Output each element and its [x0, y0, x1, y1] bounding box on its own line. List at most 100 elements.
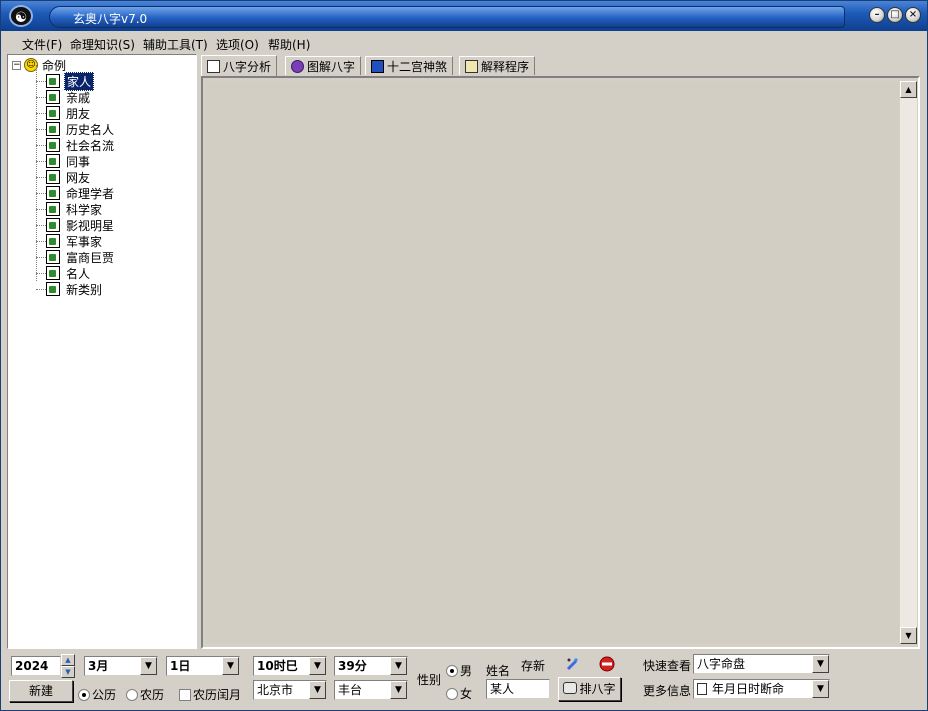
tree-item[interactable]: 命理学者 — [36, 185, 116, 201]
more-info-value: 年月日时断命 — [712, 682, 785, 696]
tree-item[interactable]: 名人 — [36, 265, 92, 281]
wand-icon[interactable] — [565, 656, 581, 672]
tree-root-label: 命例 — [42, 58, 67, 73]
chevron-down-icon[interactable]: ▼ — [390, 681, 407, 699]
contact-card-icon — [46, 154, 60, 168]
menu-fate-knowledge[interactable]: 命理知识(S) — [70, 36, 135, 53]
tree-item[interactable]: 新类别 — [36, 281, 104, 297]
scroll-up-icon[interactable]: ▲ — [900, 81, 917, 98]
scroll-down-icon[interactable]: ▼ — [900, 627, 917, 644]
tab-twelve-palaces[interactable]: 十二宫神煞 — [365, 56, 454, 75]
menu-file[interactable]: 文件(F) — [22, 36, 62, 53]
contact-card-icon — [46, 186, 60, 200]
menu-options[interactable]: 选项(O) — [216, 36, 259, 53]
script-icon — [465, 59, 478, 73]
tree-item-label: 亲戚 — [66, 90, 91, 105]
hour-select[interactable]: 10时巳 ▼ — [253, 656, 327, 676]
collapse-icon[interactable]: − — [12, 60, 21, 70]
tab-interpreter[interactable]: 解释程序 — [459, 56, 536, 75]
chevron-down-icon[interactable]: ▼ — [812, 680, 829, 698]
vertical-scrollbar[interactable]: ▲ ▼ — [900, 81, 917, 644]
window-title: 玄奥八字v7.0 — [73, 12, 148, 26]
contact-card-icon — [46, 218, 60, 232]
chevron-down-icon[interactable]: ▼ — [309, 657, 326, 675]
day-value: 1日 — [170, 659, 191, 673]
city-select[interactable]: 北京市 ▼ — [253, 680, 327, 700]
contact-card-icon — [46, 170, 60, 184]
minute-value: 39分 — [338, 659, 367, 673]
magic-icon — [291, 59, 304, 73]
district-select[interactable]: 丰台 ▼ — [334, 680, 408, 700]
minute-select[interactable]: 39分 ▼ — [334, 656, 408, 676]
gender-male-radio[interactable]: 男 — [446, 662, 472, 679]
name-input[interactable]: 某人 — [486, 679, 550, 699]
calendar-lunar-radio[interactable]: 农历 — [126, 686, 164, 703]
contact-card-icon — [46, 250, 60, 264]
tree-item[interactable]: 社会名流 — [36, 137, 116, 153]
day-select[interactable]: 1日 ▼ — [166, 656, 240, 676]
minimize-icon[interactable]: – — [869, 7, 885, 23]
tree-item[interactable]: 朋友 — [36, 105, 92, 121]
checkbox-icon — [179, 689, 191, 701]
lunar-leap-checkbox[interactable]: 农历闰月 — [179, 686, 241, 703]
contact-card-icon — [46, 90, 60, 104]
quick-view-select[interactable]: 八字命盘 ▼ — [693, 654, 830, 674]
tree-item[interactable]: 影视明星 — [36, 217, 116, 233]
radio-icon — [126, 689, 138, 701]
tree-item[interactable]: 富商巨贾 — [36, 249, 116, 265]
title-bar[interactable]: ☯ 玄奥八字v7.0 – □ × — [1, 1, 927, 31]
radio-icon — [446, 688, 458, 700]
tree-item-label: 网友 — [66, 170, 91, 185]
yin-yang-icon[interactable]: ☯ — [9, 5, 33, 27]
contact-card-icon — [46, 106, 60, 120]
tree-item[interactable]: 科学家 — [36, 201, 104, 217]
menu-tools[interactable]: 辅助工具(T) — [143, 36, 208, 53]
tree-item[interactable]: 历史名人 — [36, 121, 116, 137]
tree-item[interactable]: 亲戚 — [36, 89, 92, 105]
tab-illustrated-bazi[interactable]: 图解八字 — [285, 56, 362, 75]
new-button[interactable]: 新建 — [9, 680, 73, 702]
calendar-solar-radio[interactable]: 公历 — [78, 686, 116, 703]
tab-label: 八字分析 — [223, 59, 272, 74]
chevron-down-icon[interactable]: ▼ — [140, 657, 157, 675]
more-info-select[interactable]: 年月日时断命 ▼ — [693, 679, 830, 699]
tree-item-label: 历史名人 — [66, 122, 115, 137]
tree-connector — [36, 113, 46, 114]
chevron-down-icon[interactable]: ▼ — [222, 657, 239, 675]
tree-item[interactable]: 网友 — [36, 169, 92, 185]
tree-item[interactable]: 军事家 — [36, 233, 104, 249]
spin-down-icon[interactable]: ▼ — [61, 666, 75, 678]
title-band — [49, 6, 845, 28]
tree-item-label: 富商巨贾 — [66, 250, 115, 265]
chevron-down-icon[interactable]: ▼ — [390, 657, 407, 675]
gender-female-radio[interactable]: 女 — [446, 685, 472, 702]
category-tree[interactable]: − ☺ 命例 家人 亲戚 朋友 历史名人 社会名流 同事 网友 命理学者 科学家… — [7, 54, 197, 649]
stop-icon[interactable] — [599, 656, 615, 672]
close-icon[interactable]: × — [905, 7, 921, 23]
tree-item-label: 命理学者 — [66, 186, 115, 201]
tree-connector — [36, 225, 46, 226]
maximize-icon[interactable]: □ — [887, 7, 903, 23]
pai-bazi-label: 排八字 — [579, 682, 616, 696]
month-select[interactable]: 3月 ▼ — [84, 656, 158, 676]
menu-help[interactable]: 帮助(H) — [268, 36, 310, 53]
year-spinner[interactable]: ▲ ▼ — [61, 654, 75, 678]
chevron-down-icon[interactable]: ▼ — [812, 655, 829, 673]
tree-item[interactable]: 家人 — [36, 71, 95, 91]
contact-card-icon — [46, 202, 60, 216]
tree-item[interactable]: 同事 — [36, 153, 92, 169]
tree-root[interactable]: − ☺ 命例 — [12, 57, 66, 73]
contact-card-icon — [46, 138, 60, 152]
spin-up-icon[interactable]: ▲ — [61, 654, 75, 666]
year-input[interactable]: 2024 — [11, 656, 61, 676]
save-new-button[interactable]: 存新 — [521, 657, 545, 674]
robot-icon — [563, 682, 578, 694]
tree-connector — [36, 257, 46, 258]
quick-view-label: 快速查看 — [643, 659, 692, 673]
menu-bar: 文件(F) 命理知识(S) 辅助工具(T) 选项(O) 帮助(H) — [5, 33, 923, 53]
tab-bazi-analysis[interactable]: 八字分析 — [201, 55, 278, 76]
gender-male-label: 男 — [460, 664, 473, 678]
pai-bazi-button[interactable]: 排八字 — [558, 677, 621, 701]
chevron-down-icon[interactable]: ▼ — [309, 681, 326, 699]
gender-female-label: 女 — [460, 687, 473, 701]
